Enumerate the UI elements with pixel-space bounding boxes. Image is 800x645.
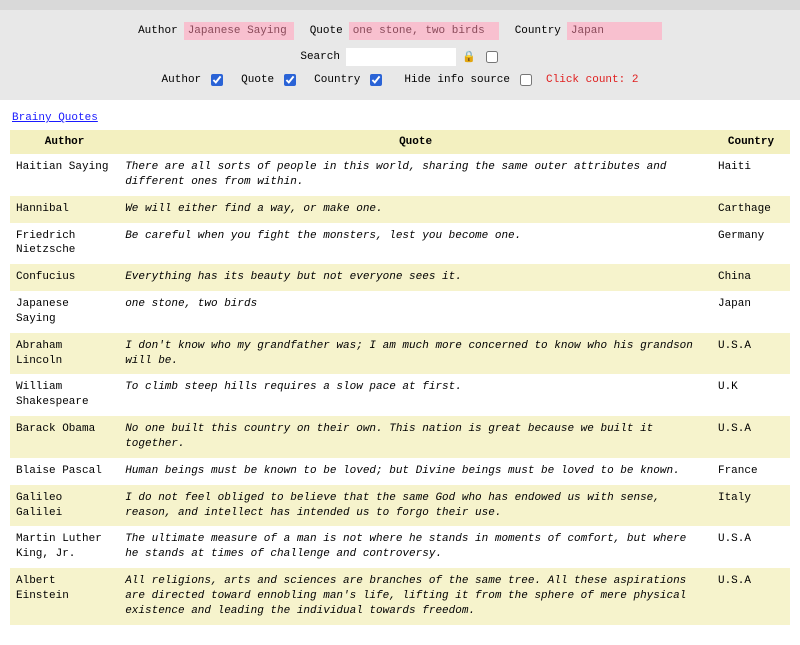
- table-row[interactable]: Blaise PascalHuman beings must be known …: [10, 458, 790, 485]
- search-lock-checkbox[interactable]: [486, 51, 498, 63]
- cell-country: Japan: [712, 291, 790, 333]
- author-filter-label: Author: [138, 25, 178, 37]
- cell-author: Confucius: [10, 264, 119, 291]
- table-row[interactable]: Abraham LincolnI don't know who my grand…: [10, 333, 790, 375]
- cell-country: China: [712, 264, 790, 291]
- cell-quote: To climb steep hills requires a slow pac…: [119, 374, 712, 416]
- table-header-row: Author Quote Country: [10, 130, 790, 154]
- cell-quote: I do not feel obliged to believe that th…: [119, 485, 712, 527]
- search-input[interactable]: [346, 48, 456, 66]
- cell-country: Carthage: [712, 196, 790, 223]
- cell-quote: We will either find a way, or make one.: [119, 196, 712, 223]
- cell-author: Hannibal: [10, 196, 119, 223]
- cell-author: Friedrich Nietzsche: [10, 223, 119, 265]
- cell-author: Galileo Galilei: [10, 485, 119, 527]
- cell-quote: Everything has its beauty but not everyo…: [119, 264, 712, 291]
- table-row[interactable]: Galileo GalileiI do not feel obliged to …: [10, 485, 790, 527]
- author-filter-input[interactable]: [184, 22, 294, 40]
- lock-icon: 🔒: [462, 50, 476, 64]
- cell-quote: I don't know who my grandfather was; I a…: [119, 333, 712, 375]
- toggle-row: Author Quote Country Hide info source Cl…: [0, 70, 800, 90]
- hide-info-label: Hide info source: [404, 74, 510, 86]
- search-row: Search 🔒: [0, 44, 800, 70]
- cell-quote: The ultimate measure of a man is not whe…: [119, 526, 712, 568]
- country-toggle-label: Country: [314, 74, 360, 86]
- cell-country: U.K: [712, 374, 790, 416]
- cell-country: U.S.A: [712, 333, 790, 375]
- cell-country: U.S.A: [712, 526, 790, 568]
- table-row[interactable]: Barack ObamaNo one built this country on…: [10, 416, 790, 458]
- cell-author: Blaise Pascal: [10, 458, 119, 485]
- country-filter-label: Country: [515, 25, 561, 37]
- country-toggle-checkbox[interactable]: [370, 74, 382, 86]
- hide-info-checkbox[interactable]: [520, 74, 532, 86]
- cell-author: Barack Obama: [10, 416, 119, 458]
- cell-author: William Shakespeare: [10, 374, 119, 416]
- table-row[interactable]: Friedrich NietzscheBe careful when you f…: [10, 223, 790, 265]
- header-country[interactable]: Country: [712, 130, 790, 154]
- header-quote[interactable]: Quote: [119, 130, 712, 154]
- cell-quote: Human beings must be known to be loved; …: [119, 458, 712, 485]
- cell-author: Japanese Saying: [10, 291, 119, 333]
- header-author[interactable]: Author: [10, 130, 119, 154]
- author-toggle-label: Author: [162, 74, 202, 86]
- click-count: Click count: 2: [546, 74, 638, 86]
- window-chrome: [0, 0, 800, 10]
- search-label: Search: [300, 51, 340, 63]
- country-filter-input[interactable]: [567, 22, 662, 40]
- cell-author: Martin Luther King, Jr.: [10, 526, 119, 568]
- quotes-table: Author Quote Country Haitian SayingThere…: [10, 130, 790, 625]
- cell-author: Haitian Saying: [10, 154, 119, 196]
- table-row[interactable]: ConfuciusEverything has its beauty but n…: [10, 264, 790, 291]
- table-row[interactable]: Martin Luther King, Jr.The ultimate meas…: [10, 526, 790, 568]
- brainy-quotes-link[interactable]: Brainy Quotes: [12, 112, 98, 124]
- cell-author: Abraham Lincoln: [10, 333, 119, 375]
- table-row[interactable]: Albert EinsteinAll religions, arts and s…: [10, 568, 790, 625]
- author-toggle-checkbox[interactable]: [211, 74, 223, 86]
- table-row[interactable]: Japanese Sayingone stone, two birdsJapan: [10, 291, 790, 333]
- cell-quote: All religions, arts and sciences are bra…: [119, 568, 712, 625]
- cell-country: U.S.A: [712, 568, 790, 625]
- cell-country: U.S.A: [712, 416, 790, 458]
- cell-author: Albert Einstein: [10, 568, 119, 625]
- table-row[interactable]: Haitian SayingThere are all sorts of peo…: [10, 154, 790, 196]
- table-row[interactable]: William ShakespeareTo climb steep hills …: [10, 374, 790, 416]
- cell-country: Germany: [712, 223, 790, 265]
- filter-panel: Author Quote Country Search 🔒 Author Quo…: [0, 10, 800, 100]
- cell-quote: There are all sorts of people in this wo…: [119, 154, 712, 196]
- quote-filter-label: Quote: [310, 25, 343, 37]
- cell-country: France: [712, 458, 790, 485]
- cell-quote: No one built this country on their own. …: [119, 416, 712, 458]
- quote-toggle-checkbox[interactable]: [284, 74, 296, 86]
- cell-country: Italy: [712, 485, 790, 527]
- quote-toggle-label: Quote: [241, 74, 274, 86]
- cell-quote: one stone, two birds: [119, 291, 712, 333]
- quote-filter-input[interactable]: [349, 22, 499, 40]
- filter-row: Author Quote Country: [0, 18, 800, 44]
- cell-country: Haiti: [712, 154, 790, 196]
- table-row[interactable]: HannibalWe will either find a way, or ma…: [10, 196, 790, 223]
- cell-quote: Be careful when you fight the monsters, …: [119, 223, 712, 265]
- content-area: Brainy Quotes Author Quote Country Haiti…: [0, 100, 800, 645]
